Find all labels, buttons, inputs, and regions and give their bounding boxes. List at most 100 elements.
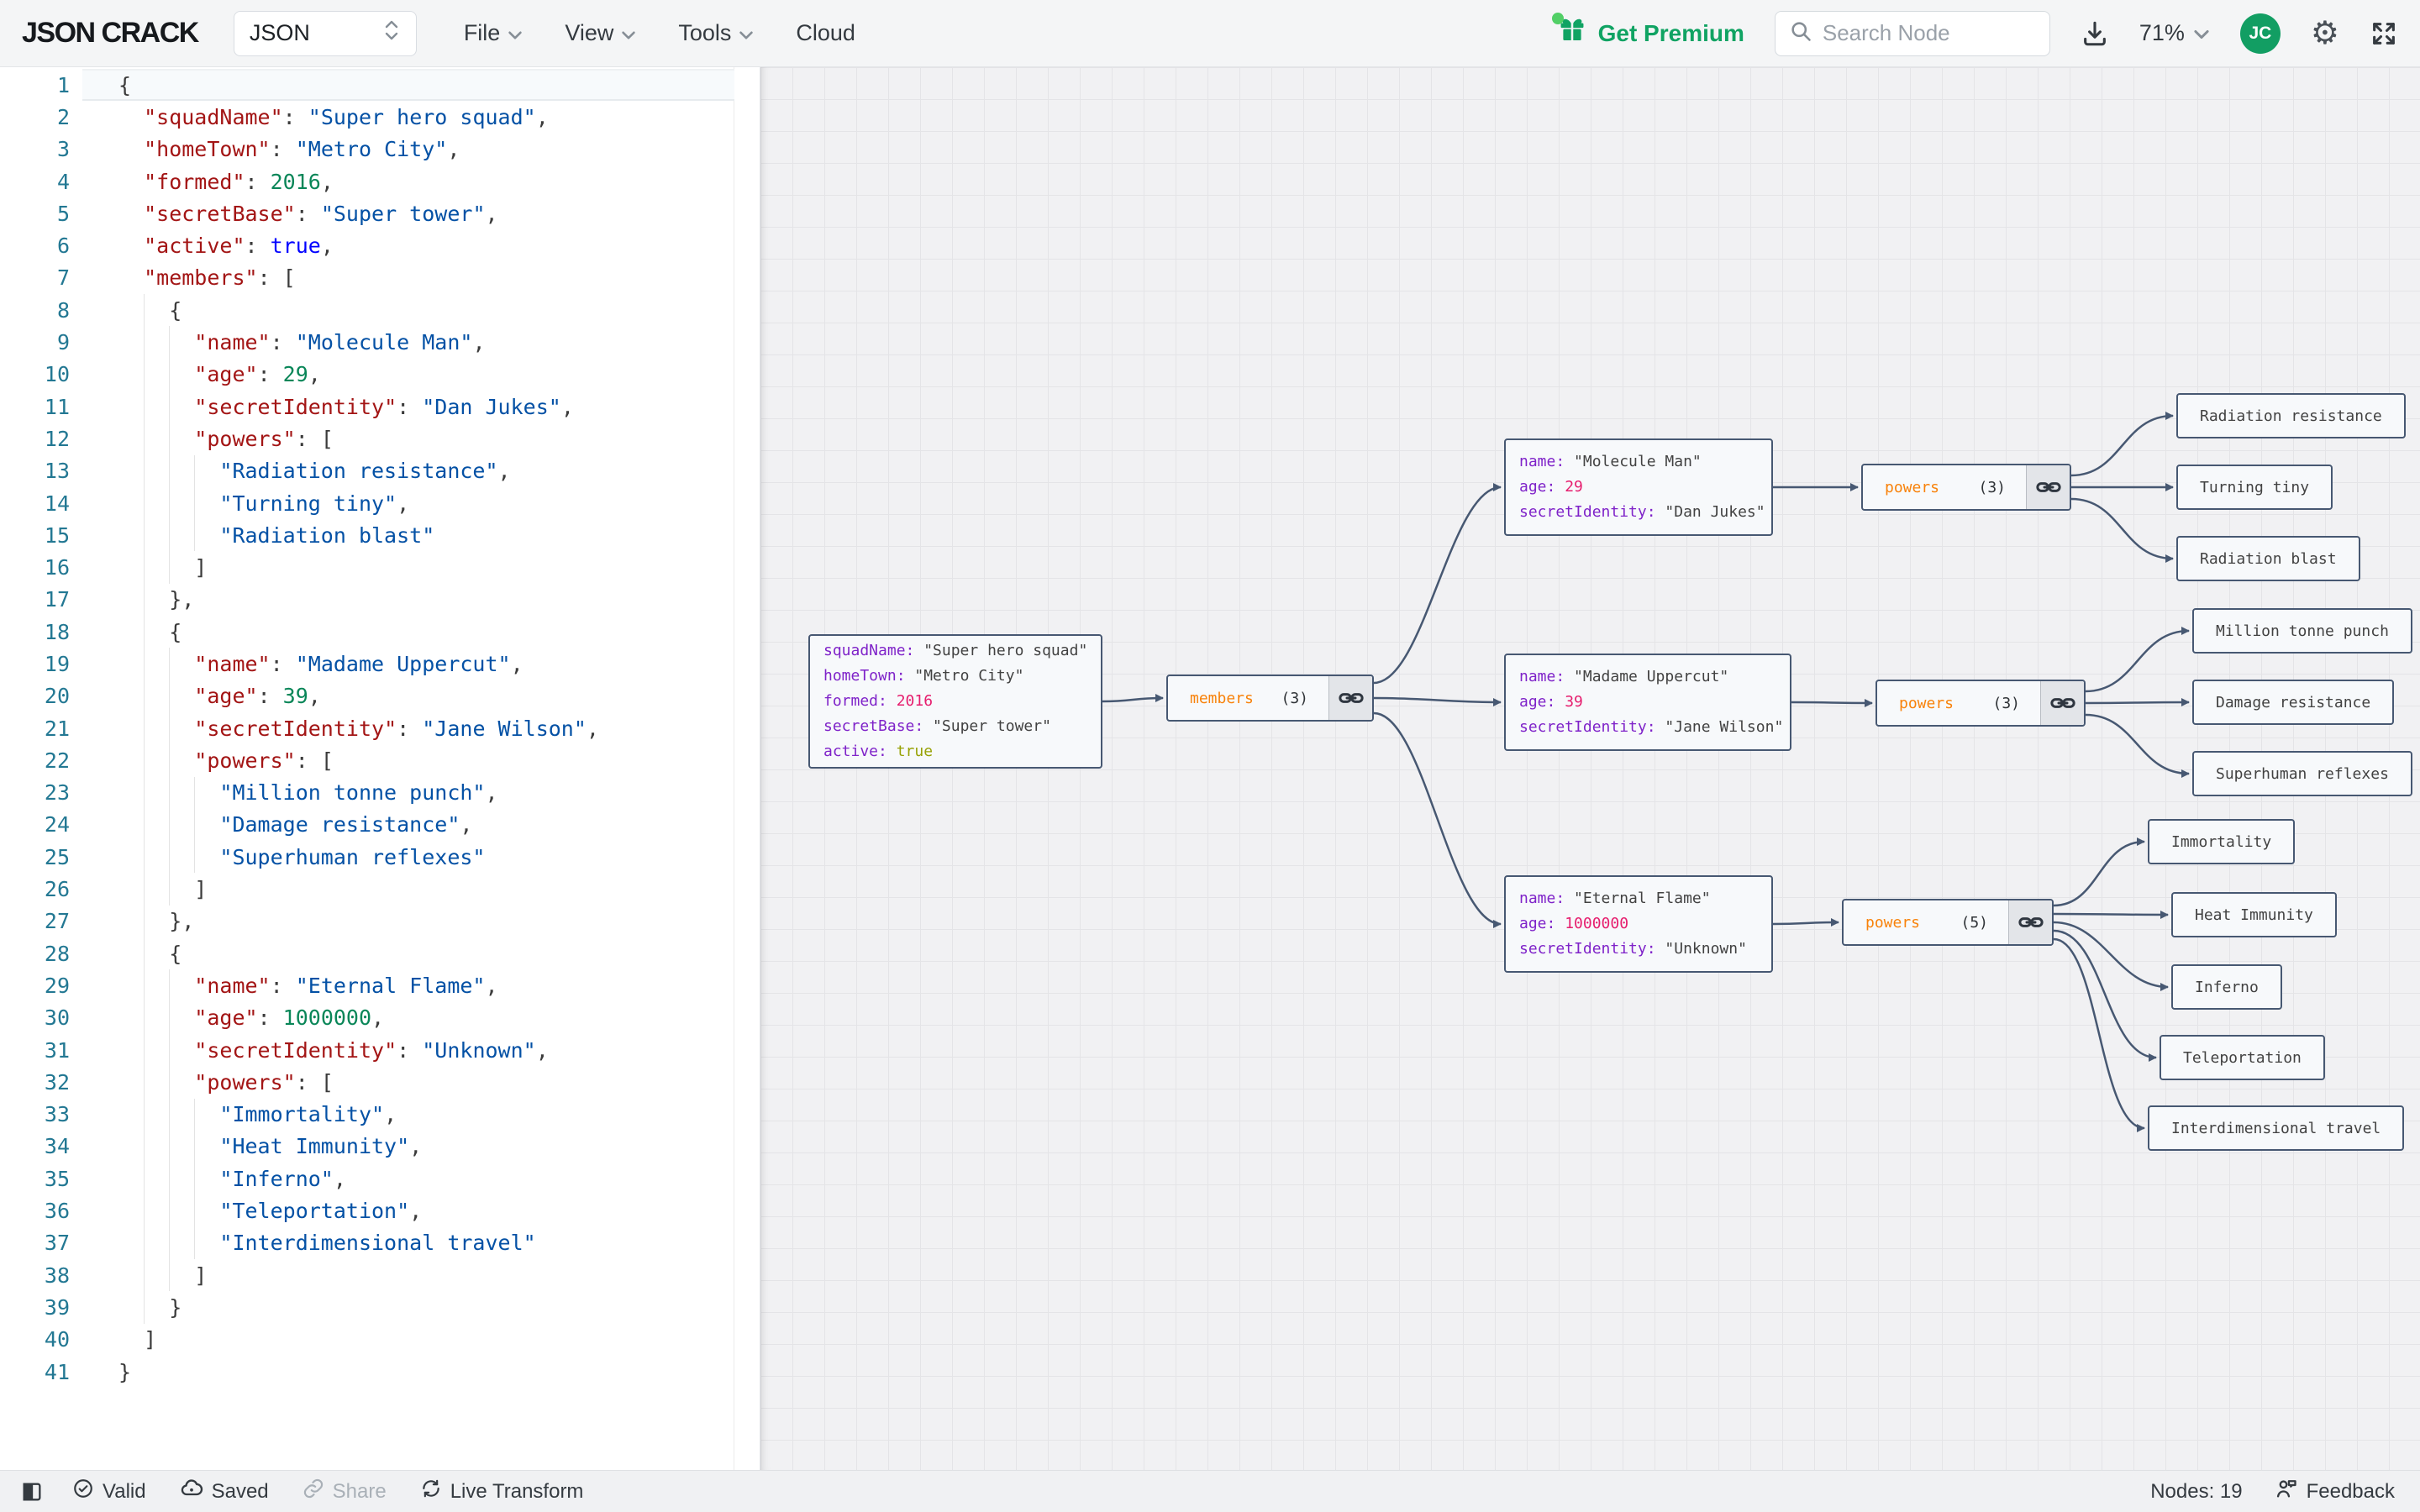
get-premium-button[interactable]: Get Premium [1551,13,1744,50]
line-number: 15 [44,522,70,548]
node-powers-1[interactable]: powers (3) [1861,464,2071,511]
leaf-immortality[interactable]: Immortality [2148,819,2296,864]
code-line-32: 32 "powers": [ [0,1066,760,1098]
zoom-level-control[interactable]: 71% [2139,20,2210,46]
select-updown-icon [382,18,401,49]
expand-link-icon[interactable] [2040,681,2084,725]
line-number: 5 [56,201,70,226]
leaf-turning-tiny[interactable]: Turning tiny [2176,465,2333,510]
child-count: (3) [1281,689,1308,707]
line-number: 16 [44,555,70,580]
code-line-23: 23 "Million tonne punch", [0,777,760,809]
avatar[interactable]: JC [2239,13,2281,54]
leaf-inferno[interactable]: Inferno [2171,964,2282,1010]
line-number: 20 [44,684,70,709]
line-number: 30 [44,1005,70,1031]
line-number: 39 [44,1294,70,1320]
leaf-node-text: Turning tiny [2200,478,2310,496]
expand-link-icon[interactable] [2008,900,2052,944]
line-number: 24 [44,812,70,837]
line-number: 21 [44,716,70,741]
leaf-radiation-blast[interactable]: Radiation blast [2176,536,2360,581]
code-line-3: 3 "homeTown": "Metro City", [0,134,760,165]
saved-status: Saved [180,1477,269,1506]
leaf-superhuman-reflexes[interactable]: Superhuman reflexes [2192,751,2412,796]
get-premium-label: Get Premium [1597,19,1744,46]
code-line-10: 10 "age": 29, [0,359,760,391]
code-line-14: 14 "Turning tiny", [0,487,760,519]
line-number: 17 [44,587,70,612]
parent-node-label: powers [1885,478,1940,496]
code-line-13: 13 "Radiation resistance", [0,455,760,487]
leaf-teleportation[interactable]: Teleportation [2160,1035,2325,1080]
json-editor-panel[interactable]: 1{2 "squadName": "Super hero squad", 3 "hom… [0,67,760,1470]
chevron-down-icon [621,20,636,46]
feedback-button[interactable]: Feedback [2275,1477,2395,1506]
leaf-radiation-resistance[interactable]: Radiation resistance [2176,393,2406,438]
feedback-label: Feedback [2306,1479,2395,1503]
code-line-35: 35 "Inferno", [0,1163,760,1194]
code-line-15: 15 "Radiation blast" [0,519,760,551]
code-line-41: 41} [0,1356,760,1388]
leaf-heat-immunity[interactable]: Heat Immunity [2171,892,2337,937]
code-line-7: 7 "members": [ [0,262,760,294]
code-line-16: 16] [0,551,760,583]
code-line-4: 4 "formed": 2016, [0,165,760,197]
format-select[interactable]: JSON [233,10,417,56]
line-number: 36 [44,1199,70,1224]
code-area[interactable]: 1{2 "squadName": "Super hero squad", 3 "hom… [0,69,760,1388]
leaf-million-tonne-punch[interactable]: Million tonne punch [2192,608,2412,654]
code-line-21: 21 "secretIdentity": "Jane Wilson", [0,712,760,744]
node-madame-uppercut[interactable]: name: "Madame Uppercut" age: 39 secretIden… [1504,654,1791,751]
line-number: 25 [44,844,70,869]
notification-dot [1551,13,1564,24]
expand-link-icon[interactable] [2026,465,2070,509]
node-powers-3[interactable]: powers (5) [1842,899,2054,946]
expand-link-icon[interactable] [1328,676,1372,720]
menu-view[interactable]: View [556,13,644,53]
download-button[interactable] [2081,19,2109,48]
node-eternal-flame[interactable]: name: "Eternal Flame" age: 1000000 secretI… [1504,875,1773,973]
node-members[interactable]: members (3) [1166,675,1374,722]
leaf-node-text: Teleportation [2183,1048,2302,1067]
line-number: 35 [44,1166,70,1191]
menu-cloud[interactable]: Cloud [787,13,864,53]
fullscreen-button[interactable] [2370,19,2398,48]
code-line-26: 26] [0,873,760,905]
node-powers-2[interactable]: powers (3) [1876,680,2086,727]
node-molecule-man[interactable]: name: "Molecule Man" age: 29 secretIdentit… [1504,438,1773,536]
node-root[interactable]: squadName: "Super hero squad" homeTown: "… [808,634,1102,769]
search-node-input[interactable] [1822,20,2036,46]
chevron-down-icon [508,20,523,46]
line-number: 7 [56,265,70,291]
leaf-damage-resistance[interactable]: Damage resistance [2192,680,2395,725]
child-count: (3) [1992,694,2020,712]
avatar-initials: JC [2249,23,2272,43]
code-line-20: 20 "age": 39, [0,680,760,712]
leaf-node-text: Radiation resistance [2200,407,2382,425]
line-number: 22 [44,748,70,773]
menu-file[interactable]: File [455,13,532,53]
line-number: 18 [44,619,70,644]
code-line-19: 19 "name": "Madame Uppercut", [0,648,760,680]
top-toolbar: JSON CRACK JSON File View Tools Cloud Get P… [0,0,2420,67]
line-number: 1 [56,72,70,97]
line-number: 19 [44,651,70,676]
leaf-interdimensional-travel[interactable]: Interdimensional travel [2148,1105,2405,1151]
cloud-saved-icon [180,1477,203,1506]
live-transform-toggle[interactable]: Live Transform [420,1478,583,1505]
share-button[interactable]: Share [302,1478,387,1505]
graph-canvas[interactable]: squadName: "Super hero squad" homeTown: "… [760,67,2420,1470]
share-label: Share [332,1479,387,1503]
panel-toggle-button[interactable] [20,1480,44,1504]
search-node-box[interactable] [1774,10,2050,56]
gear-icon[interactable]: ⚙ [2311,14,2339,52]
feedback-person-icon [2275,1477,2298,1506]
line-number: 3 [56,137,70,162]
refresh-icon [420,1478,442,1505]
line-number: 40 [44,1327,70,1352]
leaf-node-text: Inferno [2195,978,2259,996]
menu-tools[interactable]: Tools [670,13,762,53]
line-number: 9 [56,330,70,355]
code-line-12: 12 "powers": [ [0,423,760,454]
